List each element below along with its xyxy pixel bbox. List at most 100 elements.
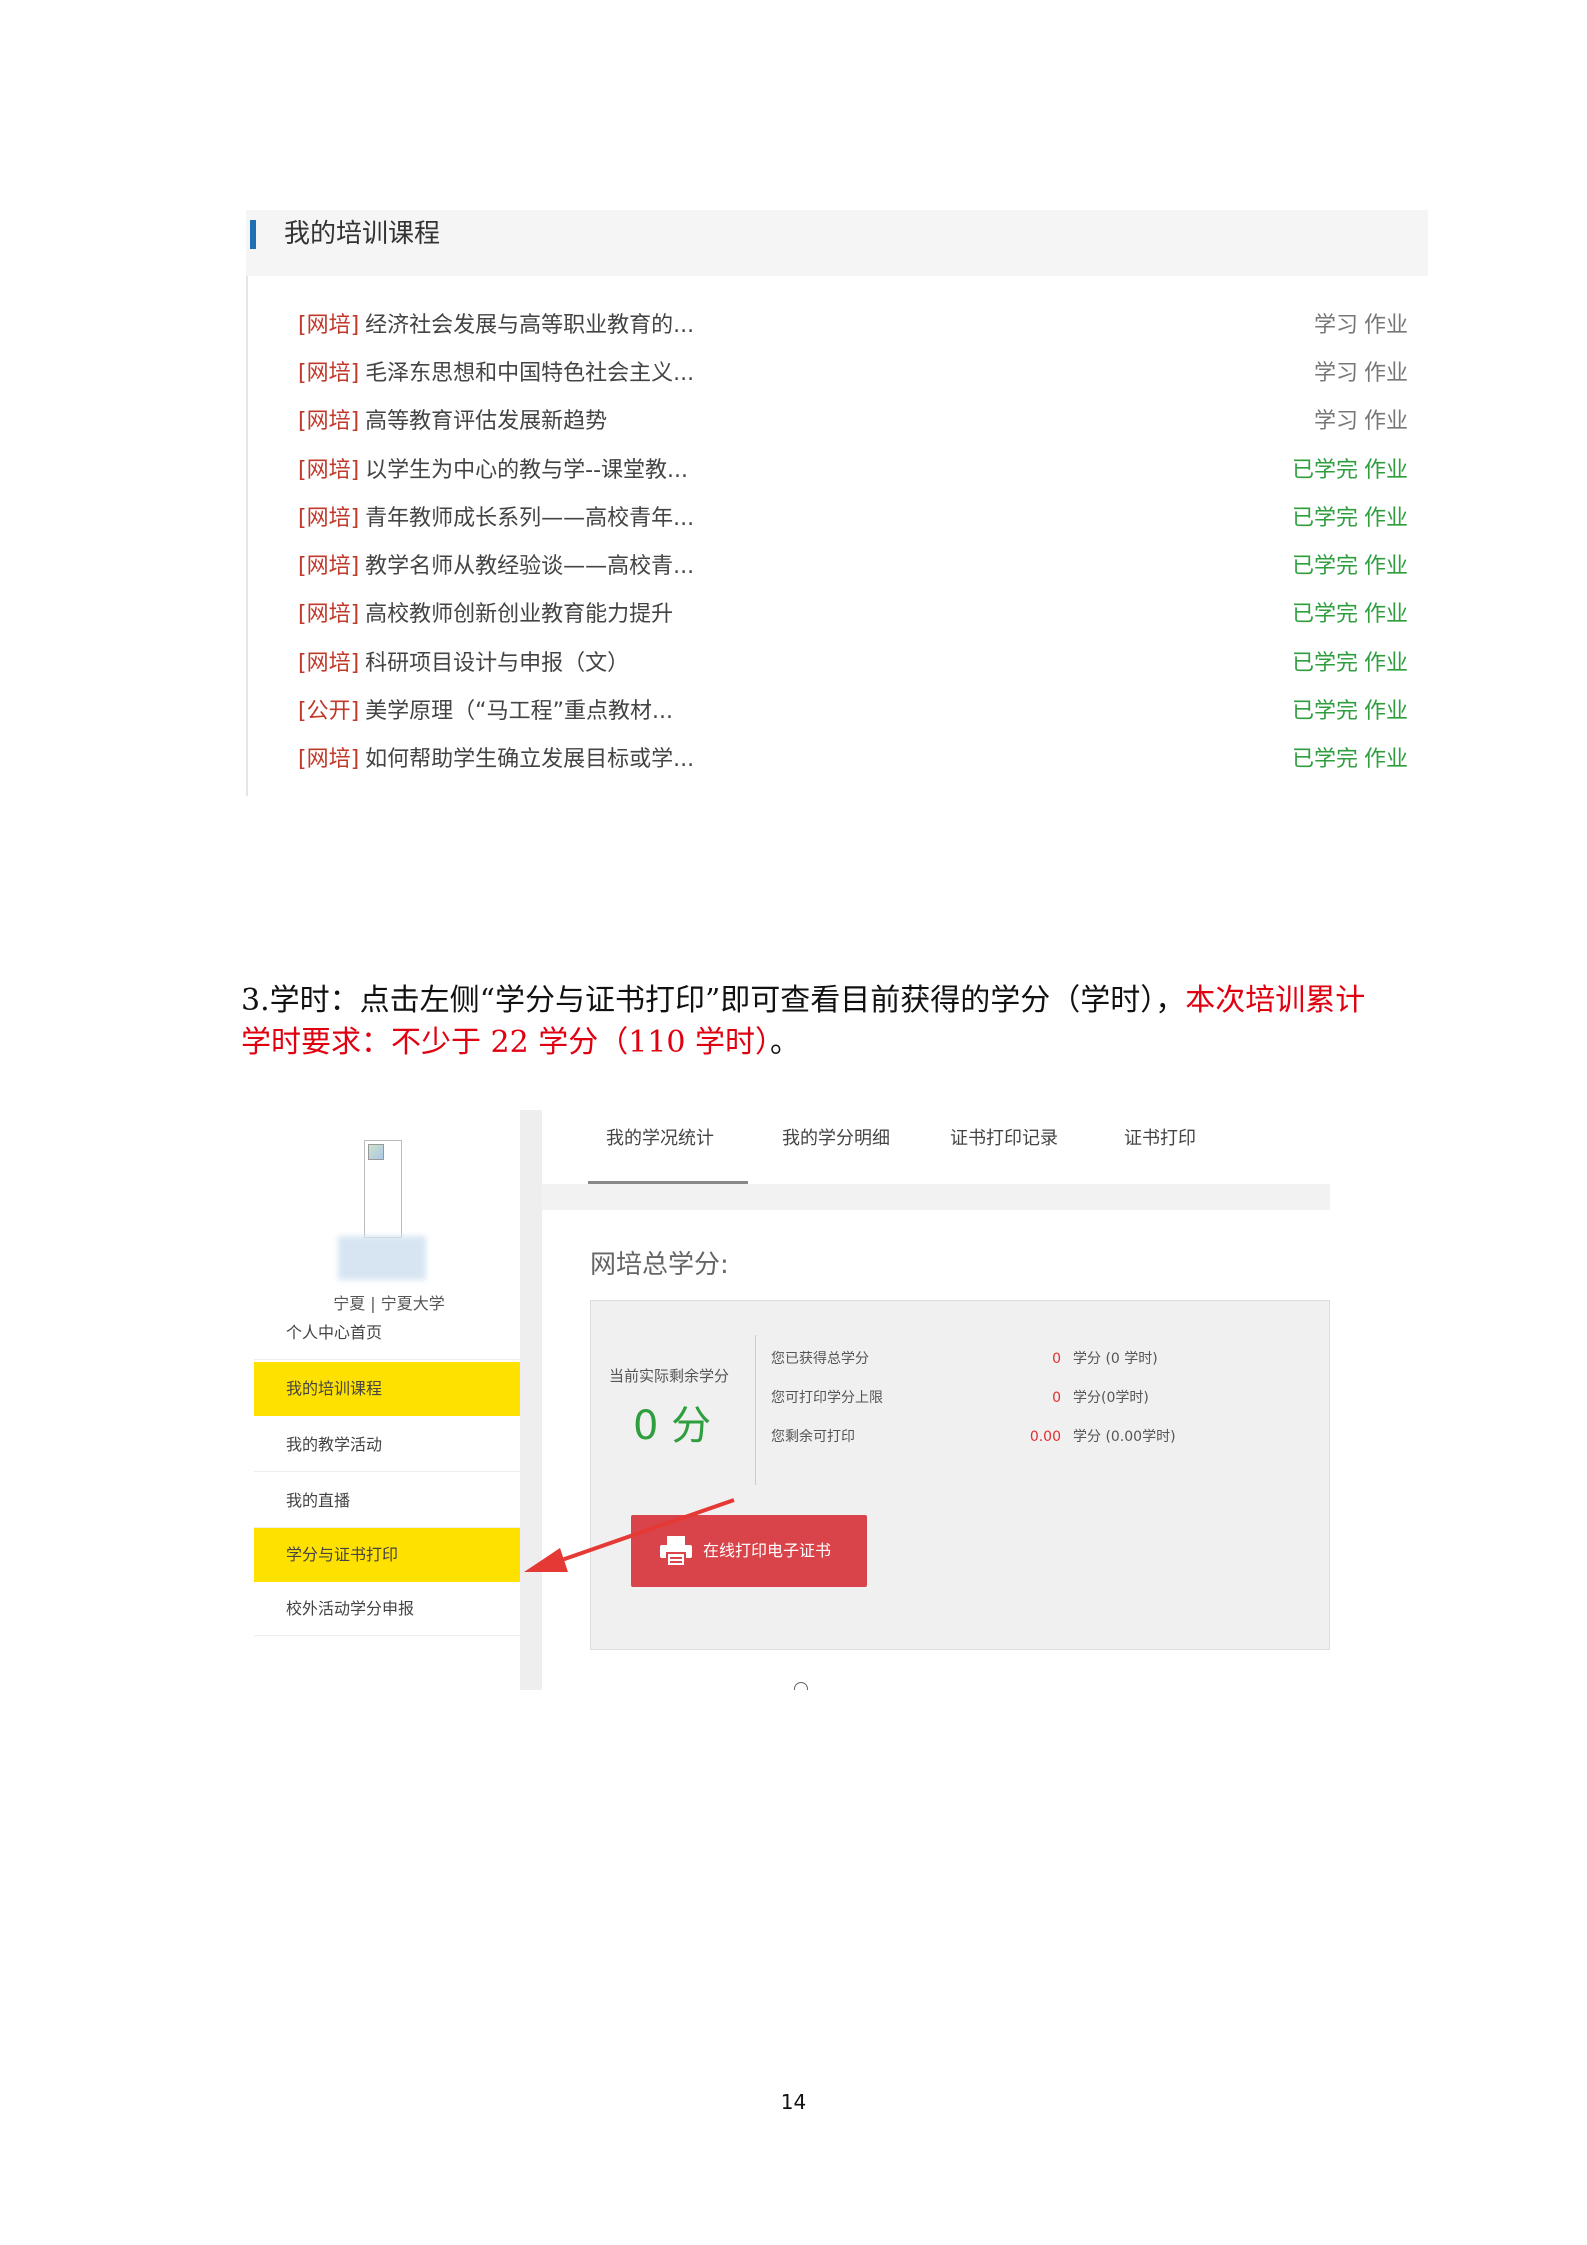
homework-link[interactable]: 作业	[1364, 602, 1408, 627]
course-tag: [公开]	[298, 699, 360, 724]
course-row[interactable]: [网培] 以学生为中心的教与学--课堂教... 已学完 作业	[298, 451, 1408, 491]
credits-summary-panel: 当前实际剩余学分 0 分 您已获得总学分 0 学分 (0 学时) 您可打印学分上…	[590, 1300, 1330, 1650]
sidebar-item-home[interactable]: 个人中心首页	[254, 1306, 520, 1360]
course-tag: [网培]	[298, 361, 360, 386]
course-row[interactable]: [网培] 经济社会发展与高等职业教育的... 学习 作业	[298, 306, 1408, 346]
course-name[interactable]: 以学生为中心的教与学--课堂教...	[365, 458, 688, 483]
tab-bar: 我的学况统计 我的学分明细 证书打印记录 证书打印	[542, 1110, 1330, 1184]
stat-label: 您剩余可打印	[771, 1429, 855, 1445]
course-name[interactable]: 青年教师成长系列——高校青年...	[365, 506, 694, 531]
page-number: 14	[780, 2090, 807, 2114]
course-row[interactable]: [公开] 美学原理（“马工程”重点教材... 已学完 作业	[298, 692, 1408, 732]
avatar	[364, 1140, 402, 1238]
sidebar-item-credits-print[interactable]: 学分与证书打印	[254, 1528, 520, 1582]
course-name[interactable]: 科研项目设计与申报（文）	[365, 651, 629, 676]
course-name[interactable]: 经济社会发展与高等职业教育的...	[365, 313, 694, 338]
course-name[interactable]: 教学名师从教经验谈——高校青...	[365, 554, 694, 579]
course-tag: [网培]	[298, 554, 360, 579]
stat-value: 0.00	[1029, 1429, 1061, 1445]
credits-content: 网培总学分: 当前实际剩余学分 0 分 您已获得总学分 0 学分 (0 学时) …	[542, 1210, 1330, 1690]
course-list-panel: 我的培训课程 [网培] 经济社会发展与高等职业教育的... 学习 作业 [网培] 毛泽…	[246, 210, 1428, 796]
homework-link[interactable]: 作业	[1364, 699, 1408, 724]
print-button-label: 在线打印电子证书	[703, 1541, 832, 1560]
header-accent-bar	[250, 220, 256, 249]
course-tag: [网培]	[298, 458, 360, 483]
completed-status: 已学完	[1291, 699, 1358, 724]
sidebar-item-label: 我的培训课程	[286, 1379, 383, 1398]
course-name[interactable]: 毛泽东思想和中国特色社会主义...	[365, 361, 694, 386]
stat-value: 0	[1052, 1351, 1061, 1367]
stat-unit: 学分 (0 学时)	[1073, 1351, 1158, 1367]
stat-label: 您已获得总学分	[771, 1351, 869, 1367]
tab-print-records[interactable]: 证书打印记录	[950, 1110, 1058, 1184]
course-row[interactable]: [网培] 科研项目设计与申报（文） 已学完 作业	[298, 644, 1408, 684]
course-row[interactable]: [网培] 青年教师成长系列——高校青年... 已学完 作业	[298, 499, 1408, 539]
homework-link[interactable]: 作业	[1364, 313, 1408, 338]
completed-status: 已学完	[1291, 506, 1358, 531]
completed-status: 已学完	[1291, 458, 1358, 483]
broken-image-icon	[368, 1144, 384, 1160]
sidebar-item-label: 我的直播	[286, 1491, 351, 1510]
course-name[interactable]: 美学原理（“马工程”重点教材...	[365, 699, 673, 724]
stat-row: 您剩余可打印 0.00 学分 (0.00学时)	[771, 1425, 1291, 1449]
total-credits-heading: 网培总学分:	[590, 1250, 729, 1280]
sidebar-item-live[interactable]: 我的直播	[254, 1474, 520, 1528]
course-tag: [网培]	[298, 747, 360, 772]
print-certificate-button[interactable]: 在线打印电子证书	[631, 1515, 867, 1587]
homework-link[interactable]: 作业	[1364, 458, 1408, 483]
homework-link[interactable]: 作业	[1364, 506, 1408, 531]
tab-study-stats[interactable]: 我的学况统计	[588, 1110, 748, 1184]
instruction-text: 3.学时：点击左侧“学分与证书打印”即可查看目前获得的学分（学时），	[241, 983, 1186, 1018]
course-tag: [网培]	[298, 313, 360, 338]
course-list-title: 我的培训课程	[284, 219, 441, 249]
course-row[interactable]: [网培] 教学名师从教经验谈——高校青... 已学完 作业	[298, 547, 1408, 587]
remaining-credits-label: 当前实际剩余学分	[609, 1367, 730, 1385]
completed-status: 已学完	[1291, 554, 1358, 579]
sidebar-gutter	[520, 1110, 542, 1690]
sidebar-item-label: 个人中心首页	[286, 1323, 383, 1342]
remaining-credits-value: 0 分	[633, 1403, 712, 1449]
course-row[interactable]: [网培] 如何帮助学生确立发展目标或学... 已学完 作业	[298, 740, 1408, 780]
sidebar-item-label: 学分与证书打印	[286, 1545, 399, 1564]
course-tag: [网培]	[298, 506, 360, 531]
course-name[interactable]: 高等教育评估发展新趋势	[365, 409, 607, 434]
homework-link[interactable]: 作业	[1364, 747, 1408, 772]
completed-status: 已学完	[1291, 651, 1358, 676]
study-link[interactable]: 学习	[1314, 361, 1358, 386]
tab-credit-details[interactable]: 我的学分明细	[782, 1110, 890, 1184]
homework-link[interactable]: 作业	[1364, 361, 1408, 386]
blurred-username	[338, 1236, 426, 1280]
credits-screenshot: 宁夏 | 宁夏大学 个人中心首页 我的培训课程 我的教学活动 我的直播 学分与证…	[254, 1110, 1330, 1690]
divider	[755, 1335, 756, 1485]
cursor-indicator	[794, 1682, 808, 1690]
course-name[interactable]: 高校教师创新创业教育能力提升	[365, 602, 673, 627]
tab-certificate-print[interactable]: 证书打印	[1124, 1110, 1196, 1184]
stat-unit: 学分(0学时)	[1073, 1390, 1149, 1406]
homework-link[interactable]: 作业	[1364, 409, 1408, 434]
course-name[interactable]: 如何帮助学生确立发展目标或学...	[365, 747, 694, 772]
homework-link[interactable]: 作业	[1364, 651, 1408, 676]
study-link[interactable]: 学习	[1314, 409, 1358, 434]
course-tag: [网培]	[298, 602, 360, 627]
course-row[interactable]: [网培] 毛泽东思想和中国特色社会主义... 学习 作业	[298, 354, 1408, 394]
sidebar: 宁夏 | 宁夏大学 个人中心首页 我的培训课程 我的教学活动 我的直播 学分与证…	[254, 1110, 520, 1690]
stat-row: 您已获得总学分 0 学分 (0 学时)	[771, 1347, 1291, 1371]
panel-border	[246, 276, 248, 796]
stat-value: 0	[1052, 1390, 1061, 1406]
sidebar-item-external-credits[interactable]: 校外活动学分申报	[254, 1582, 520, 1636]
course-tag: [网培]	[298, 651, 360, 676]
printer-icon	[660, 1536, 692, 1567]
sidebar-item-my-courses[interactable]: 我的培训课程	[254, 1362, 520, 1416]
course-row[interactable]: [网培] 高校教师创新创业教育能力提升 已学完 作业	[298, 595, 1408, 635]
course-row[interactable]: [网培] 高等教育评估发展新趋势 学习 作业	[298, 402, 1408, 442]
stat-label: 您可打印学分上限	[771, 1390, 883, 1406]
sidebar-item-teaching[interactable]: 我的教学活动	[254, 1418, 520, 1472]
sidebar-item-label: 校外活动学分申报	[286, 1599, 415, 1618]
completed-status: 已学完	[1291, 747, 1358, 772]
homework-link[interactable]: 作业	[1364, 554, 1408, 579]
course-list-header: 我的培训课程	[246, 210, 1428, 276]
stat-row: 您可打印学分上限 0 学分(0学时)	[771, 1386, 1291, 1410]
course-tag: [网培]	[298, 409, 360, 434]
instruction-paragraph: 3.学时：点击左侧“学分与证书打印”即可查看目前获得的学分（学时），本次培训累计…	[241, 980, 1381, 1064]
study-link[interactable]: 学习	[1314, 313, 1358, 338]
